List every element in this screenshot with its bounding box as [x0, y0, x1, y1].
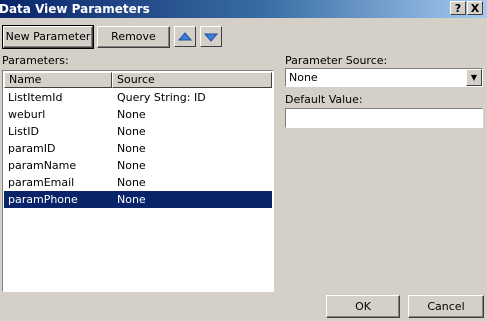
- ok-button[interactable]: OK: [326, 295, 400, 318]
- table-row[interactable]: ListID None: [4, 123, 272, 140]
- new-parameter-button[interactable]: New Parameter: [2, 25, 94, 49]
- parameter-source-value: None: [289, 71, 318, 84]
- arrow-down-icon: [203, 33, 219, 42]
- param-source: None: [117, 108, 146, 121]
- param-name: paramEmail: [8, 176, 75, 189]
- param-name: paramName: [8, 159, 77, 172]
- list-header: Name Source: [4, 72, 272, 88]
- move-up-button[interactable]: [174, 26, 196, 47]
- column-header-source[interactable]: Source: [112, 72, 272, 88]
- table-row[interactable]: paramID None: [4, 140, 272, 157]
- close-button[interactable]: X: [467, 1, 483, 15]
- default-value-label: Default Value:: [285, 93, 363, 106]
- help-button[interactable]: ?: [450, 1, 466, 15]
- default-value-field[interactable]: [285, 108, 483, 128]
- param-source: Query String: ID: [117, 91, 206, 104]
- window-title: Data View Parameters: [0, 2, 150, 16]
- param-source: None: [117, 159, 146, 172]
- param-name: paramPhone: [8, 193, 78, 206]
- column-header-name[interactable]: Name: [4, 72, 112, 88]
- cancel-button[interactable]: Cancel: [408, 295, 484, 318]
- param-name: paramID: [8, 142, 56, 155]
- remove-button[interactable]: Remove: [97, 26, 170, 48]
- param-name: weburl: [8, 108, 46, 121]
- arrow-up-icon: [177, 32, 193, 41]
- table-row[interactable]: ListItemId Query String: ID: [4, 89, 272, 106]
- move-down-button[interactable]: [200, 26, 222, 47]
- table-row[interactable]: paramEmail None: [4, 174, 272, 191]
- parameters-label: Parameters:: [2, 54, 69, 67]
- parameters-list[interactable]: Name Source ListItemId Query String: ID …: [2, 70, 274, 292]
- parameter-source-label: Parameter Source:: [285, 54, 388, 67]
- table-row[interactable]: weburl None: [4, 106, 272, 123]
- table-row[interactable]: paramName None: [4, 157, 272, 174]
- title-bar: Data View Parameters ? X: [0, 0, 487, 18]
- parameter-source-select[interactable]: None ▼: [285, 68, 483, 87]
- chevron-down-icon[interactable]: ▼: [466, 69, 482, 86]
- param-name: ListItemId: [8, 91, 63, 104]
- param-source: None: [117, 125, 146, 138]
- param-name: ListID: [8, 125, 39, 138]
- param-source: None: [117, 142, 146, 155]
- param-source: None: [117, 176, 146, 189]
- table-row-selected[interactable]: paramPhone None: [4, 191, 272, 208]
- param-source: None: [117, 193, 146, 206]
